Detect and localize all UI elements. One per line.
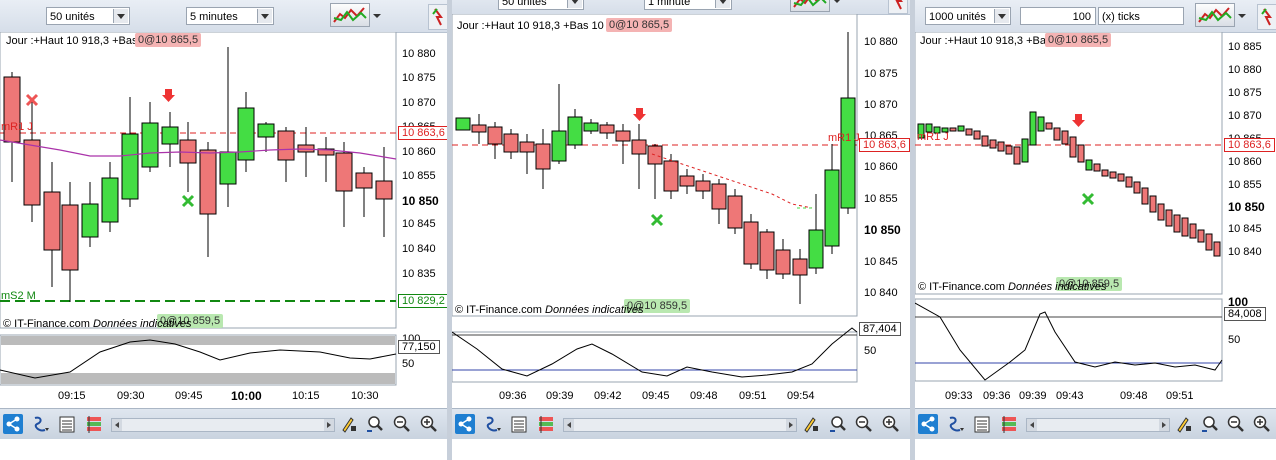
chart-type-button[interactable]: [330, 3, 381, 27]
drawing-tools-icon[interactable]: [84, 414, 104, 434]
chevron-down-icon: [113, 9, 128, 23]
copyright-text: © IT-Finance.com Données indicatives: [918, 281, 1107, 293]
units-select-value: 50 unités: [502, 0, 547, 8]
chevron-down-icon[interactable]: [1236, 8, 1246, 22]
interval-select[interactable]: 1 minute: [644, 0, 732, 10]
units-select-value: 50 unités: [50, 11, 95, 23]
oscillator-mid-label: 50: [402, 358, 415, 370]
ticks-unit-select[interactable]: (x) ticks: [1098, 7, 1184, 25]
level-label: mR1 J: [828, 132, 860, 144]
chevron-down-icon[interactable]: [371, 8, 381, 22]
zoom-out-icon[interactable]: [392, 414, 412, 434]
zoom-fit-icon[interactable]: [828, 414, 848, 434]
units-select[interactable]: 1000 unités: [925, 7, 1011, 25]
level-label: mS2 M: [1, 290, 36, 302]
panel-toolbar: 50 unités 5 minutes: [0, 0, 447, 33]
oscillator-value-tag: 77,150: [398, 340, 440, 354]
calendar-icon[interactable]: [509, 414, 529, 434]
order-red-badge: 0@10 865,5: [1045, 33, 1112, 47]
chart-type-icon: [333, 7, 367, 23]
level-label: mR1 J: [1, 121, 33, 133]
panel-toolbar: 50 unités 1 minute: [452, 0, 910, 15]
level-label: mR1 J: [917, 131, 949, 143]
support-price-tag: 10 829,2: [398, 294, 447, 308]
sync-icon[interactable]: [888, 0, 908, 14]
chevron-down-icon: [715, 0, 730, 8]
cursor-icon[interactable]: [801, 414, 821, 434]
chart-panel-3: 1000 unités 100 (x) ticks Jour:+Haut 10…: [915, 0, 1276, 460]
price-chart[interactable]: [452, 14, 910, 390]
chevron-down-icon[interactable]: [831, 0, 841, 7]
interval-select[interactable]: 5 minutes: [186, 7, 274, 25]
order-red-badge: 0@10 865,5: [606, 18, 673, 32]
calendar-icon[interactable]: [972, 414, 992, 434]
drawing-tools-icon[interactable]: [536, 414, 556, 434]
resistance-price-tag: 10 863,6: [1224, 138, 1275, 152]
oscillator-mid-label: 50: [1228, 334, 1241, 346]
chart-panel-2: 50 unités 1 minute Jour:+Haut 10 918,3 …: [452, 0, 910, 460]
indicator-icon[interactable]: [946, 414, 966, 434]
units-select[interactable]: 50 unités: [498, 0, 584, 10]
zoom-out-icon[interactable]: [1226, 414, 1246, 434]
zoom-fit-icon[interactable]: [1200, 414, 1220, 434]
resistance-price-tag: 10 863,6: [859, 138, 910, 152]
resistance-price-tag: 10 863,6: [398, 126, 447, 140]
time-scrollbar[interactable]: [563, 418, 797, 432]
ticks-unit-value: (x) ticks: [1102, 11, 1140, 23]
share-icon[interactable]: [3, 414, 23, 434]
chart-type-button[interactable]: [790, 0, 841, 12]
chevron-down-icon: [994, 9, 1009, 23]
sync-icon[interactable]: [1257, 4, 1276, 30]
zoom-in-icon[interactable]: [881, 414, 901, 434]
chevron-down-icon: [567, 0, 582, 8]
panel-bottom-toolbar: [452, 408, 910, 439]
cursor-icon[interactable]: [1174, 414, 1194, 434]
units-select[interactable]: 50 unités: [46, 7, 130, 25]
time-scrollbar[interactable]: [111, 418, 335, 432]
chart-type-icon: [1198, 7, 1232, 23]
zoom-out-icon[interactable]: [854, 414, 874, 434]
drawing-tools-icon[interactable]: [999, 414, 1019, 434]
units-select-value: 1000 unités: [929, 11, 986, 23]
indicator-icon[interactable]: [483, 414, 503, 434]
ticks-input[interactable]: 100: [1020, 7, 1096, 25]
zoom-fit-icon[interactable]: [365, 414, 385, 434]
panel-bottom-toolbar: [0, 408, 447, 439]
interval-select-value: 5 minutes: [190, 11, 238, 23]
time-scrollbar[interactable]: [1026, 418, 1170, 432]
interval-select-value: 1 minute: [648, 0, 691, 8]
calendar-icon[interactable]: [57, 414, 77, 434]
oscillator-mid-label: 50: [864, 345, 877, 357]
price-chart[interactable]: [915, 32, 1276, 408]
zoom-in-icon[interactable]: [1252, 414, 1272, 434]
zoom-in-icon[interactable]: [419, 414, 439, 434]
chart-panel-1: 50 unités 5 minutes Jour:+Haut 10 918,3…: [0, 0, 447, 460]
copyright-text: © IT-Finance.com Données indicatives: [455, 304, 644, 316]
copyright-text: © IT-Finance.com Données indicatives: [3, 318, 192, 330]
order-red-badge: 0@10 865,5: [135, 33, 202, 47]
share-icon[interactable]: [918, 414, 938, 434]
sync-icon[interactable]: [428, 4, 447, 30]
share-icon[interactable]: [455, 414, 475, 434]
chart-type-icon: [793, 0, 827, 8]
indicator-icon[interactable]: [31, 414, 51, 434]
chart-type-button[interactable]: [1195, 3, 1246, 27]
cursor-icon[interactable]: [339, 414, 359, 434]
chevron-down-icon: [257, 9, 272, 23]
oscillator-value-tag: 87,404: [859, 322, 901, 336]
panel-bottom-toolbar: [915, 408, 1276, 439]
panel-toolbar: 1000 unités 100 (x) ticks: [915, 0, 1276, 33]
price-chart[interactable]: [0, 32, 447, 408]
oscillator-value-tag: 84,008: [1224, 307, 1266, 321]
